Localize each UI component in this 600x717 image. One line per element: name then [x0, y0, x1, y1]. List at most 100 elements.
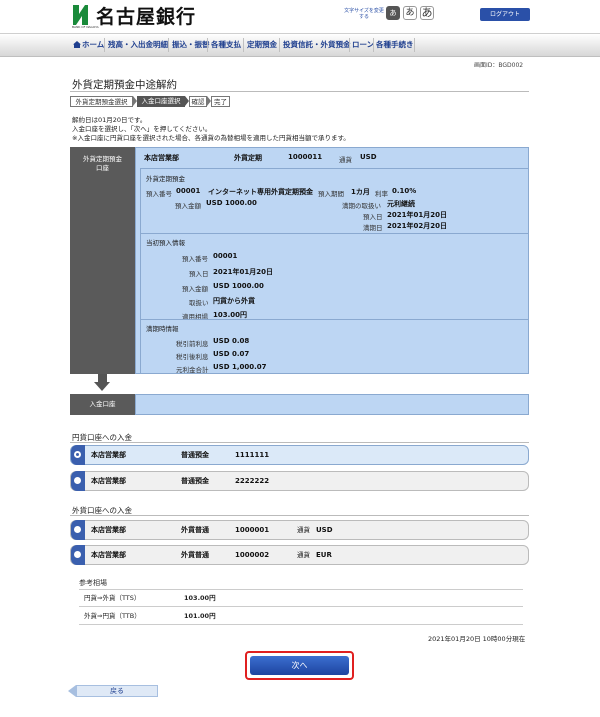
initial-amount: USD 1000.00	[213, 282, 264, 290]
back-arrow-icon	[68, 685, 76, 697]
flow-arrow-stem	[98, 374, 107, 382]
home-icon	[73, 41, 81, 48]
nav-balance[interactable]: 残高・入出金明細	[108, 34, 168, 56]
radio-button[interactable]	[71, 445, 85, 465]
reference-label: 外貨⇒円貨（TTB）	[84, 612, 141, 620]
deposit-no-label: 預入番号	[146, 190, 172, 198]
account-side-label: 外貨定期預金 口座	[70, 147, 135, 374]
radio-unselected-icon	[74, 526, 81, 533]
account-number: 1000011	[288, 153, 323, 161]
maturity-section-title: 満期時情報	[146, 325, 179, 333]
row-currency: EUR	[316, 551, 332, 559]
page-title: 外貨定期預金中途解約	[72, 79, 177, 91]
reference-label: 円貨⇒外貨（TTS）	[84, 594, 141, 602]
initial-date: 2021年01月20日	[213, 268, 273, 276]
reference-row-ttb: 外貨⇒円貨（TTB） 101.00円	[79, 608, 523, 625]
account-type: 外貨定期	[234, 154, 262, 162]
maturity-handling-label: 満期の取扱い	[342, 202, 381, 210]
next-button[interactable]: 次へ	[250, 656, 349, 675]
row-currency: USD	[316, 526, 333, 534]
account-side-label-1: 外貨定期預金	[83, 155, 122, 163]
yen-account-row-2[interactable]: 本店営業部 普通預金 2222222	[70, 471, 529, 491]
row-branch: 本店営業部	[91, 551, 126, 559]
step-select-deposit: 外貨定期預金選択	[70, 96, 133, 107]
bank-logo-icon	[73, 5, 88, 25]
bank-name-en: BANK OF NAGOYA	[72, 25, 99, 29]
back-button[interactable]: 戻る	[76, 685, 158, 697]
fx-section-divider	[70, 515, 529, 516]
deposit-no: 00001	[176, 187, 201, 195]
deposit-account-label: 入金口座	[70, 394, 135, 415]
initial-no-label: 預入番号	[182, 255, 208, 263]
radio-selected-icon	[74, 451, 81, 458]
fx-account-row-1[interactable]: 本店営業部 外貨普通 1000001 通貨 USD	[70, 520, 529, 540]
nav-time-deposit[interactable]: 定期預金	[247, 34, 277, 56]
nav-home[interactable]: ホーム	[73, 34, 104, 56]
row-number: 2222222	[235, 477, 270, 485]
row-currency-label: 通貨	[297, 526, 310, 534]
account-panel: 本店営業部 外貨定期 1000011 通貨 USD 外貨定期預金 預入番号 00…	[135, 147, 529, 374]
step-confirm: 確認	[189, 96, 207, 107]
deposit-section-title: 外貨定期預金	[146, 175, 185, 183]
intro-line-3: ※入金口座に円貨口座を選択された場合、各通貨の為替相場を適用した円貨相当額で承り…	[72, 134, 350, 142]
account-currency-label: 通貨	[339, 156, 352, 164]
initial-section-title: 当初預入情報	[146, 239, 185, 247]
row-branch: 本店営業部	[91, 451, 126, 459]
post-tax-value: USD 0.07	[213, 350, 250, 358]
nav-investment[interactable]: 投資信託・外貨預金	[283, 34, 351, 56]
row-number: 1000002	[235, 551, 270, 559]
deposit-date: 2021年01月20日	[387, 211, 447, 219]
post-tax-label: 税引後利息	[176, 353, 209, 361]
nav-procedures[interactable]: 各種手続き	[376, 34, 414, 56]
yen-section-divider	[70, 442, 529, 443]
radio-button[interactable]	[71, 471, 85, 491]
total-value: USD 1,000.07	[213, 363, 267, 371]
initial-no: 00001	[213, 252, 238, 260]
account-branch: 本店営業部	[144, 154, 179, 162]
period-label: 預入期間	[318, 190, 344, 198]
maturity-divider	[140, 319, 529, 320]
row-currency-label: 通貨	[297, 551, 310, 559]
bank-name[interactable]: 名古屋銀行	[96, 2, 196, 29]
pre-tax-label: 税引前利息	[176, 340, 209, 348]
amount-value: USD 1000.00	[206, 199, 257, 207]
fontsize-small-button[interactable]: あ	[386, 6, 400, 20]
nav-payment[interactable]: 各種支払	[211, 34, 241, 56]
fontsize-medium-button[interactable]: あ	[403, 6, 417, 20]
reference-title: 参考相場	[79, 579, 107, 587]
radio-button[interactable]	[71, 545, 85, 565]
step-select-account: 入金口座選択	[137, 96, 185, 107]
initial-divider	[140, 233, 529, 234]
timestamp: 2021年01月20日 10時00分現在	[428, 635, 526, 643]
pre-tax-value: USD 0.08	[213, 337, 250, 345]
row-type: 外貨普通	[181, 526, 209, 534]
logout-button[interactable]: ログアウト	[480, 8, 530, 21]
rate-label: 利率	[375, 190, 388, 198]
nav-loan[interactable]: ローン	[352, 34, 374, 56]
title-divider	[70, 91, 529, 92]
nav-transfer[interactable]: 振込・振替	[172, 34, 210, 56]
screen-id: 画面ID：BGD002	[474, 62, 524, 69]
maturity-date: 2021年02月20日	[387, 222, 447, 230]
fx-account-row-2[interactable]: 本店営業部 外貨普通 1000002 通貨 EUR	[70, 545, 529, 565]
row-type: 普通預金	[181, 477, 209, 485]
period-value: 1カ月	[351, 188, 370, 196]
step-complete: 完了	[211, 96, 230, 107]
radio-unselected-icon	[74, 477, 81, 484]
fontsize-large-button[interactable]: あ	[420, 6, 434, 20]
row-type: 外貨普通	[181, 551, 209, 559]
reference-value: 103.00円	[184, 594, 216, 602]
radio-unselected-icon	[74, 551, 81, 558]
method-label: 取扱い	[189, 299, 209, 307]
row-branch: 本店営業部	[91, 477, 126, 485]
reference-value: 101.00円	[184, 612, 216, 620]
down-arrow-icon	[94, 382, 110, 391]
maturity-date-label: 満期日	[363, 224, 383, 232]
deposit-product: インターネット専用外貨定期預金	[208, 188, 313, 196]
deposit-account-panel	[135, 394, 529, 415]
account-currency: USD	[360, 153, 377, 161]
yen-account-row-1[interactable]: 本店営業部 普通預金 1111111	[70, 445, 529, 465]
row-type: 普通預金	[181, 451, 209, 459]
radio-button[interactable]	[71, 520, 85, 540]
maturity-handling: 元利継続	[387, 200, 415, 208]
